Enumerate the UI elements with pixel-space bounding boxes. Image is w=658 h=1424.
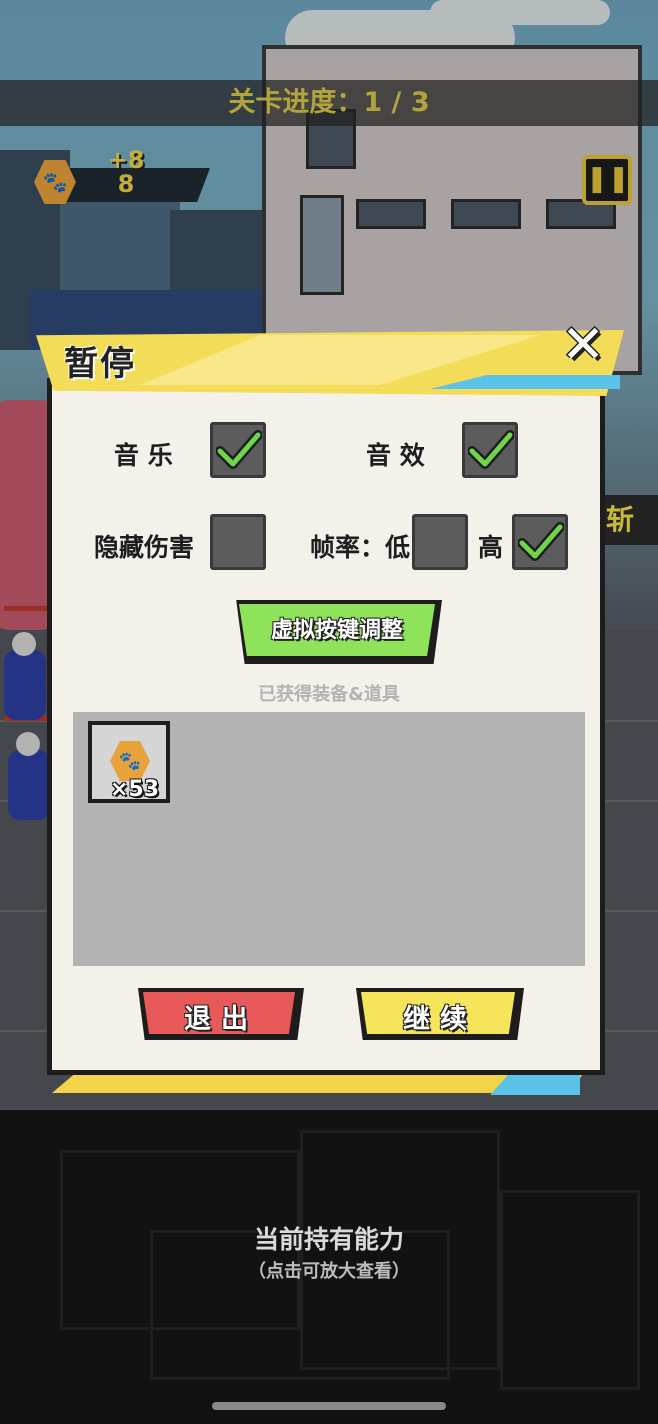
framerate-label: 帧率：低 xyxy=(310,533,411,562)
music-label: 音 乐 xyxy=(114,441,173,470)
continue-button[interactable]: 继续 xyxy=(356,988,524,1040)
hide-damage-label: 隐藏伤害 xyxy=(94,533,195,562)
paw-coin-icon: 🐾 xyxy=(110,741,150,781)
sfx-checkbox[interactable] xyxy=(462,422,518,478)
exit-button[interactable]: 退出 xyxy=(138,988,304,1040)
dialog-title: 暂停 xyxy=(64,344,136,384)
close-button[interactable]: ✕ xyxy=(556,318,610,372)
item-count: ×53 xyxy=(110,777,160,802)
check-icon xyxy=(518,522,564,561)
framerate-high-label: 高 xyxy=(478,533,504,562)
sfx-label: 音 效 xyxy=(366,441,425,470)
items-caption: 已获得装备&道具 xyxy=(258,684,400,705)
check-icon xyxy=(216,430,262,469)
exit-label: 退出 xyxy=(184,1004,258,1035)
music-checkbox[interactable] xyxy=(210,422,266,478)
framerate-high-checkbox[interactable] xyxy=(512,514,568,570)
close-x-icon: ✕ xyxy=(561,315,605,375)
hide-damage-checkbox[interactable] xyxy=(210,514,266,570)
item-slot[interactable]: 🐾 ×53 xyxy=(88,721,170,803)
check-icon xyxy=(468,430,514,469)
virtual-keys-label: 虚拟按键调整 xyxy=(270,618,403,643)
abilities-title: 当前持有能力 xyxy=(253,1225,404,1254)
home-indicator[interactable] xyxy=(212,1402,446,1410)
continue-label: 继续 xyxy=(403,1004,477,1035)
virtual-keys-button[interactable]: 虚拟按键调整 xyxy=(232,600,442,664)
framerate-low-checkbox[interactable] xyxy=(412,514,468,570)
abilities-hint: （点击可放大查看） xyxy=(248,1261,410,1282)
